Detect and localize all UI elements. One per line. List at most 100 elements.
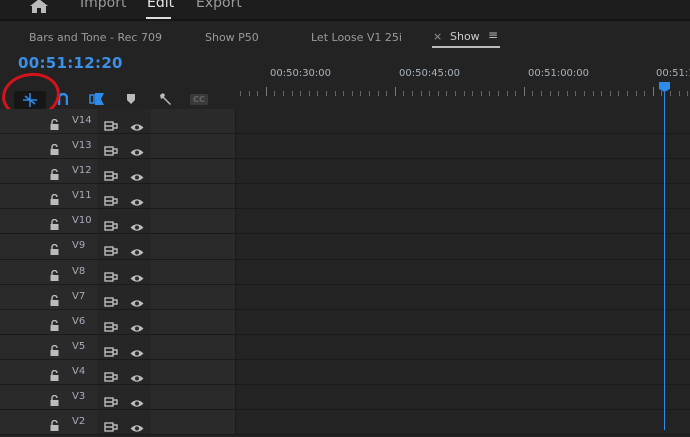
- playhead-timecode[interactable]: 00:51:12:20: [18, 54, 123, 72]
- lock-icon[interactable]: [50, 291, 59, 310]
- ruler-label: 00:51:1: [656, 68, 690, 79]
- track-name[interactable]: V3: [72, 391, 85, 402]
- tab-let-loose[interactable]: Let Loose V1 25i: [311, 31, 402, 44]
- sync-lock-icon[interactable]: [104, 417, 118, 436]
- ruler-tick: [308, 91, 310, 96]
- nav-export[interactable]: Export: [196, 0, 242, 11]
- track-header[interactable]: V14: [0, 109, 236, 135]
- sync-lock-icon[interactable]: [104, 317, 118, 336]
- linked-selection-button[interactable]: [88, 88, 106, 110]
- track-name[interactable]: V2: [72, 416, 85, 427]
- lock-icon[interactable]: [50, 341, 59, 360]
- lock-icon[interactable]: [50, 215, 59, 234]
- track-lane[interactable]: [237, 410, 690, 435]
- track-header[interactable]: V13: [0, 134, 236, 160]
- track-header[interactable]: V6: [0, 309, 236, 336]
- track-header[interactable]: V10: [0, 209, 236, 235]
- track-header[interactable]: V5: [0, 334, 236, 361]
- tab-bars-and-tone[interactable]: Bars and Tone - Rec 709: [29, 31, 162, 44]
- nav-edit[interactable]: Edit: [147, 0, 174, 11]
- track-lane[interactable]: [237, 359, 690, 385]
- tab-show-p50[interactable]: Show P50: [205, 31, 259, 44]
- track-lane[interactable]: [237, 184, 690, 209]
- lock-icon[interactable]: [50, 266, 59, 285]
- ruler-tick: [670, 91, 671, 96]
- track-header[interactable]: V7: [0, 284, 236, 311]
- ruler-tick: [429, 91, 431, 96]
- track-header[interactable]: V11: [0, 184, 236, 210]
- lock-icon[interactable]: [50, 366, 59, 385]
- captions-button[interactable]: CC: [190, 88, 208, 110]
- ruler-tick: [644, 91, 646, 96]
- lock-icon[interactable]: [50, 416, 59, 435]
- tab-show[interactable]: × Show ≡: [432, 23, 500, 48]
- track-header[interactable]: V9: [0, 234, 236, 260]
- track-name[interactable]: V5: [72, 341, 85, 352]
- track-header[interactable]: V4: [0, 359, 236, 386]
- sync-lock-icon[interactable]: [104, 392, 118, 411]
- ruler-tick: [498, 91, 499, 96]
- track-header[interactable]: V12: [0, 159, 236, 185]
- track-lane[interactable]: [237, 259, 690, 284]
- add-marker-button[interactable]: [125, 88, 137, 110]
- panel-menu-icon[interactable]: ≡: [488, 28, 498, 42]
- sync-lock-icon[interactable]: [104, 166, 118, 185]
- lock-icon[interactable]: [50, 165, 59, 184]
- timeline-settings-button[interactable]: [157, 88, 173, 110]
- track-name[interactable]: V10: [72, 215, 92, 226]
- sync-lock-icon[interactable]: [104, 267, 118, 286]
- lock-icon[interactable]: [50, 391, 59, 410]
- track-name[interactable]: V9: [72, 240, 85, 251]
- sync-lock-icon[interactable]: [104, 216, 118, 235]
- sync-lock-icon[interactable]: [104, 116, 118, 135]
- ruler-tick: [446, 91, 448, 96]
- track-row: V11: [0, 184, 690, 210]
- tab-show-label: Show: [450, 30, 480, 43]
- wrench-icon: [160, 93, 171, 105]
- track-lane[interactable]: [237, 385, 690, 410]
- sync-lock-icon[interactable]: [104, 191, 118, 210]
- lock-icon[interactable]: [50, 316, 59, 335]
- home-icon[interactable]: [30, 0, 48, 17]
- lock-icon[interactable]: [50, 115, 59, 134]
- sync-lock-icon[interactable]: [104, 292, 118, 311]
- sync-lock-icon[interactable]: [104, 141, 118, 160]
- track-lane[interactable]: [237, 284, 690, 309]
- track-name[interactable]: V13: [72, 140, 92, 151]
- sync-lock-icon[interactable]: [104, 367, 118, 386]
- ruler-tick: [351, 91, 353, 96]
- lock-icon[interactable]: [50, 240, 59, 259]
- track-lane[interactable]: [237, 334, 690, 359]
- close-icon[interactable]: ×: [433, 30, 442, 43]
- playhead-line[interactable]: [664, 92, 665, 430]
- track-name[interactable]: V11: [72, 190, 92, 201]
- ruler-tick: [609, 91, 611, 96]
- lock-icon[interactable]: [50, 190, 59, 209]
- track-name[interactable]: V4: [72, 366, 85, 377]
- marker-icon: [127, 94, 135, 104]
- ruler-tick: [601, 91, 603, 96]
- track-header[interactable]: V2: [0, 410, 236, 437]
- sync-lock-icon[interactable]: [104, 241, 118, 260]
- track-name[interactable]: V12: [72, 165, 92, 176]
- sync-lock-icon[interactable]: [104, 342, 118, 361]
- track-lane[interactable]: [237, 309, 690, 334]
- track-lane[interactable]: [237, 134, 690, 159]
- track-name[interactable]: V8: [72, 266, 85, 277]
- time-ruler[interactable]: [236, 84, 690, 96]
- track-name[interactable]: V6: [72, 316, 85, 327]
- eye-icon[interactable]: [130, 418, 144, 437]
- ruler-tick: [652, 87, 654, 96]
- lock-icon[interactable]: [50, 140, 59, 159]
- track-lane[interactable]: [237, 109, 690, 134]
- track-lane[interactable]: [237, 234, 690, 259]
- track-name[interactable]: V14: [72, 115, 92, 126]
- track-name[interactable]: V7: [72, 291, 85, 302]
- ruler-tick: [635, 91, 637, 96]
- track-lane[interactable]: [237, 209, 690, 234]
- ruler-tick: [386, 91, 388, 96]
- track-lane[interactable]: [237, 159, 690, 184]
- track-header[interactable]: V8: [0, 259, 236, 286]
- nav-import[interactable]: Import: [80, 0, 126, 11]
- track-header[interactable]: V3: [0, 385, 236, 411]
